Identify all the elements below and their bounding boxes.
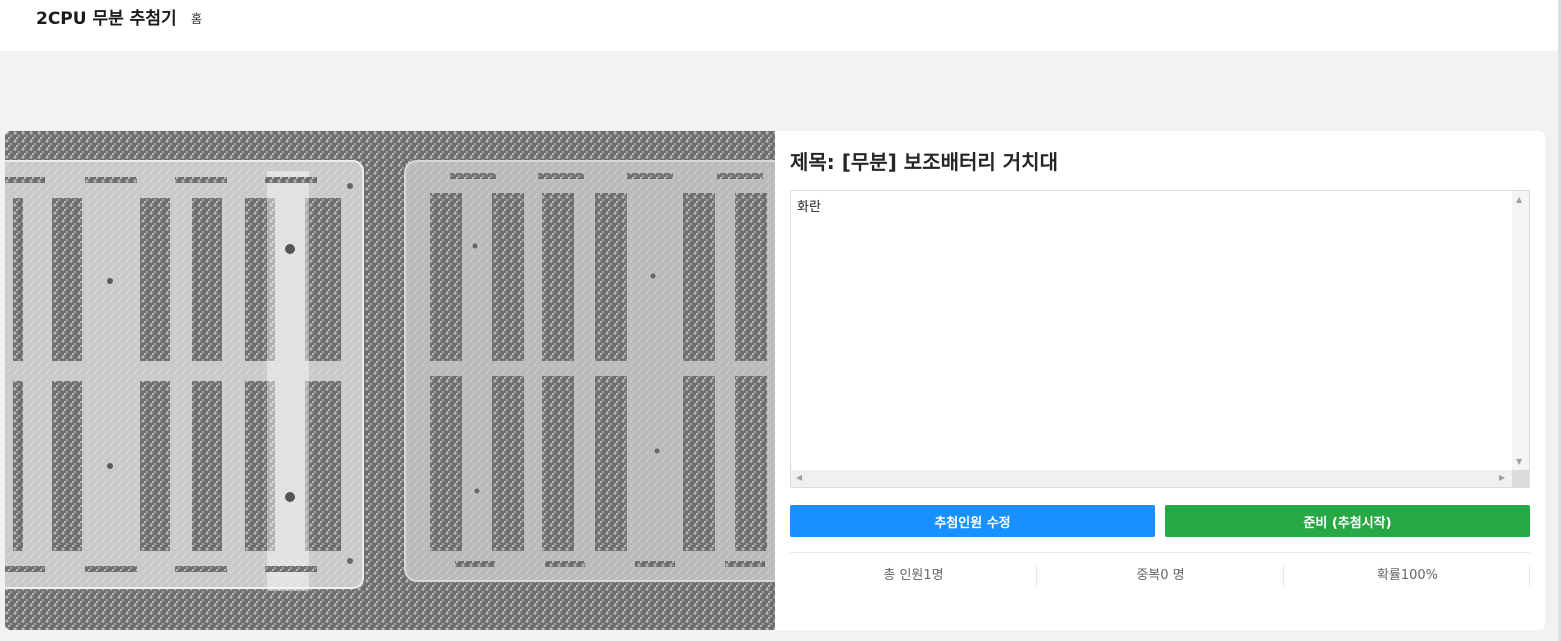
right-acrylic-panel xyxy=(404,160,775,582)
scroll-up-icon[interactable]: ▲ xyxy=(1516,195,1522,205)
win-probability-stat: 확률100% xyxy=(1376,568,1439,583)
draw-stats: 총 인원1명 중복0 명 확률100% xyxy=(790,564,1530,588)
top-nav-bar: 2CPU 무분 추첨기 홈 xyxy=(0,0,1561,51)
stats-divider xyxy=(790,552,1530,553)
textarea-vertical-scrollbar[interactable]: ▲ ▼ xyxy=(1512,191,1529,472)
post-content-text: 화란 xyxy=(797,200,821,215)
left-acrylic-panel xyxy=(5,160,364,591)
scroll-down-icon[interactable]: ▼ xyxy=(1516,457,1522,467)
edit-participants-button[interactable]: 추첨인원 수정 xyxy=(790,505,1155,537)
scroll-left-icon[interactable]: ◀ xyxy=(796,473,802,483)
scroll-right-icon[interactable]: ▶ xyxy=(1499,473,1505,483)
textarea-resize-corner[interactable] xyxy=(1512,470,1529,487)
item-photo xyxy=(5,131,775,630)
ready-start-draw-button[interactable]: 준비 (추첨시작) xyxy=(1165,505,1530,537)
app-brand[interactable]: 2CPU 무분 추첨기 xyxy=(36,8,177,30)
total-participants-stat: 총 인원1명 xyxy=(883,568,944,583)
post-content-textarea[interactable]: 화란 ▲ ▼ ◀ ▶ xyxy=(790,190,1530,488)
post-title: 제목: [무분] 보조배터리 거치대 xyxy=(790,150,1058,174)
stat-separator xyxy=(1529,566,1530,586)
duplicate-count-stat: 중복0 명 xyxy=(1136,568,1185,583)
draw-detail-card: 제목: [무분] 보조배터리 거치대 화란 ▲ ▼ ◀ ▶ 추첨인원 수정 준비… xyxy=(775,131,1545,630)
nav-home-link[interactable]: 홈 xyxy=(191,10,202,28)
textarea-horizontal-scrollbar[interactable]: ◀ ▶ xyxy=(791,470,1512,487)
